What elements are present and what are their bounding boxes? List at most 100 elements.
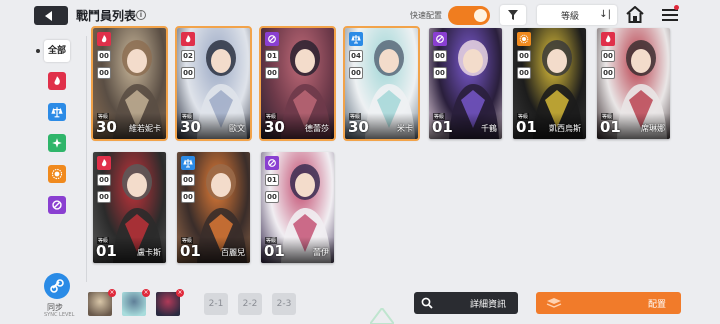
potential-count-badge: 00 [265,67,279,79]
search-icon [421,297,433,309]
character-level: 30 [96,118,117,136]
fire-element-icon [605,35,611,43]
character-level: 01 [96,242,117,260]
fire-element-badge [97,32,111,46]
character-level: 30 [180,118,201,136]
void-element-badge [265,32,279,46]
character-name: 德蕾莎 [305,124,329,133]
filter-button[interactable] [500,5,526,25]
awaken-count-badge: 01 [265,50,279,62]
filter-all[interactable]: 全部 [44,40,70,62]
potential-count-badge: 00 [97,191,111,203]
deploy-label: 配置 [648,300,667,310]
potential-count-badge: 00 [265,191,279,203]
character-level: 01 [516,118,537,136]
remove-member-icon[interactable]: × [108,289,116,297]
character-card[interactable]: 00 00 等級 01 凱西烏斯 [513,28,586,139]
character-card[interactable]: 00 00 等級 01 千鶴 [429,28,502,139]
selected-indicator [36,49,40,53]
character-card[interactable]: 00 00 等級 01 盧卡斯 [93,152,166,263]
fire-element-badge [181,32,195,46]
character-level: 01 [180,242,201,260]
void-element-badge [265,156,279,170]
awaken-count-badge: 04 [349,50,363,62]
awaken-count-badge: 00 [97,174,111,186]
funnel-icon [508,10,518,20]
void-element-icon [268,35,276,43]
triangle-logo-icon [370,308,394,324]
fire-element-badge [601,32,615,46]
awaken-count-badge: 00 [517,50,531,62]
void-element-badge [433,32,447,46]
character-name: 維若妮卡 [129,124,161,133]
potential-count-badge: 00 [349,67,363,79]
character-level: 01 [264,242,285,260]
character-level: 30 [348,118,369,136]
void-element-icon [436,35,444,43]
sun-element-icon [51,168,63,180]
awaken-count-badge: 00 [97,50,111,62]
character-level: 30 [264,118,285,136]
toggle-knob [474,9,487,22]
remove-member-icon[interactable]: × [142,289,150,297]
character-name: 蕾伊 [313,248,329,257]
remove-member-icon[interactable]: × [176,289,184,297]
team-button-2-1[interactable]: 2-1 [204,293,228,315]
quick-deploy-toggle[interactable] [448,6,490,25]
character-card[interactable]: 04 00 等級 30 米卡 [343,26,420,141]
character-level: 01 [432,118,453,136]
character-card[interactable]: 00 00 等級 30 維若妮卡 [91,26,168,141]
void-element-icon [52,200,62,210]
character-card[interactable]: 01 00 等級 01 蕾伊 [261,152,334,263]
potential-count-badge: 00 [181,191,195,203]
fire-element-icon [101,159,107,167]
character-card[interactable]: 00 00 等級 01 席琳娜 [597,28,670,139]
deploy-button[interactable]: 配置 [536,292,681,314]
character-card[interactable]: 02 00 等級 30 歐文 [175,26,252,141]
details-button[interactable]: 詳細資訊 [414,292,518,314]
info-icon[interactable]: i [136,10,146,20]
awaken-count-badge: 02 [181,50,195,62]
sun-element-icon [519,34,529,44]
filter-sun-element[interactable] [48,165,66,183]
character-name: 米卡 [397,124,413,133]
bottom-bar: × × × 2-1 2-2 2-3 詳細資訊 配置 [0,284,720,324]
filter-balance-element[interactable] [48,103,66,121]
sort-order-icon[interactable]: ↓| [599,9,611,20]
sort-dropdown[interactable]: 等級 ↓| [537,5,617,25]
potential-count-badge: 00 [97,67,111,79]
potential-count-badge: 00 [517,67,531,79]
team-button-2-2[interactable]: 2-2 [238,293,262,315]
potential-count-badge: 00 [181,67,195,79]
character-name: 凱西烏斯 [549,124,581,133]
filter-wind-element[interactable] [48,134,66,152]
back-arrow-icon [45,10,52,21]
character-card[interactable]: 01 00 等級 30 德蕾莎 [259,26,336,141]
balance-element-badge [181,156,195,170]
team-button-2-3[interactable]: 2-3 [272,293,296,315]
back-button[interactable] [34,6,68,25]
character-card[interactable]: 00 00 等級 01 百麗兒 [177,152,250,263]
sidebar-divider [86,36,87,282]
awaken-count-badge: 00 [433,50,447,62]
quick-deploy-label: 快速配置 [410,11,442,20]
wind-element-icon [52,138,62,148]
page-title: 戰鬥員列表 [76,9,137,23]
details-label: 詳細資訊 [470,300,507,310]
character-name: 歐文 [229,124,245,133]
fire-element-badge [97,156,111,170]
awaken-count-badge: 01 [265,174,279,186]
home-icon[interactable] [626,5,644,27]
filter-void-element[interactable] [48,196,66,214]
balance-element-icon [183,159,193,168]
awaken-count-badge: 00 [181,174,195,186]
character-name: 盧卡斯 [137,248,161,257]
fire-element-icon [54,76,60,85]
character-name: 席琳娜 [641,124,665,133]
fire-element-icon [101,35,107,43]
potential-count-badge: 00 [601,67,615,79]
sun-element-badge [517,32,531,46]
sort-label: 等級 [561,12,580,22]
filter-fire-element[interactable] [48,72,66,90]
character-level: 01 [600,118,621,136]
